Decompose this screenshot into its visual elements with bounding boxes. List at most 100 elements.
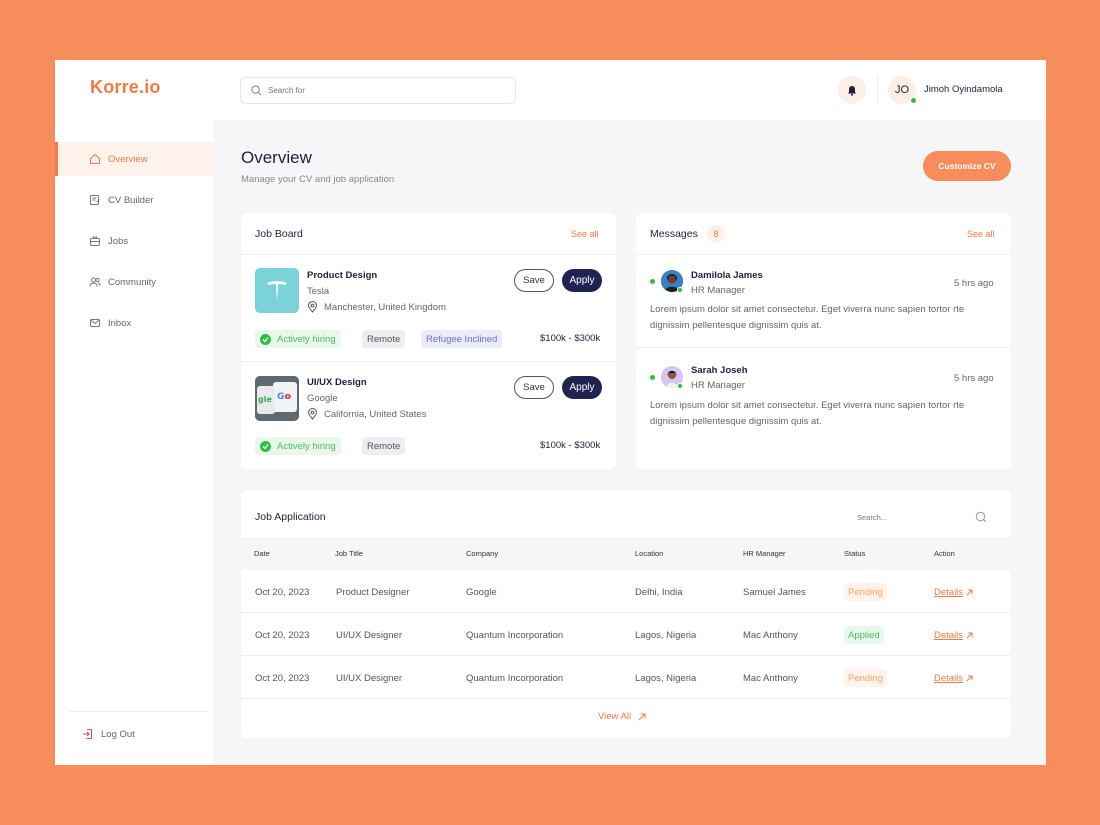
status-badge: Pending: [844, 669, 887, 687]
cell-job-title: UI/UX Designer: [336, 630, 402, 641]
column-header: HR Manager: [743, 549, 786, 558]
customize-cv-button[interactable]: Customize CV: [923, 151, 1011, 181]
refugee-inclined-tag: Refugee Inclined: [421, 330, 503, 348]
location-pin-icon: [307, 301, 318, 313]
message-preview[interactable]: Lorem ipsum dolor sit amet consectetur. …: [650, 302, 995, 334]
search-box[interactable]: [240, 77, 516, 104]
arrow-up-right-icon: [966, 589, 973, 596]
app-logo[interactable]: Korre.io: [90, 77, 161, 98]
app-window: Korre.io JO Jimoh Oyindamola Overview CV…: [55, 60, 1046, 765]
sidebar-item-label: Jobs: [108, 235, 129, 247]
logout-icon: [83, 729, 92, 739]
cell-hr-manager: Mac Anthony: [743, 630, 798, 641]
details-label: Details: [934, 630, 964, 641]
cell-date: Oct 20, 2023: [255, 673, 310, 684]
svg-text:o: o: [285, 392, 291, 402]
search-input[interactable]: [268, 86, 488, 95]
messages-card: Messages 8 See all Damilola James HR Man…: [636, 213, 1011, 469]
sidebar-item-jobs[interactable]: Jobs: [55, 224, 213, 258]
salary-range: $100k - $300k: [540, 333, 601, 344]
view-all-link[interactable]: View All: [598, 711, 647, 722]
arrow-up-right-icon: [966, 632, 973, 639]
page-title: Overview: [241, 148, 312, 167]
table-row: Oct 20, 2023 UI/UX Designer Quantum Inco…: [241, 657, 1011, 699]
apply-job-button[interactable]: Apply: [562, 269, 602, 292]
cell-date: Oct 20, 2023: [255, 630, 310, 641]
job-location-text: California, United States: [324, 408, 427, 420]
column-header: Location: [635, 549, 664, 558]
job-board-title: Job Board: [255, 228, 303, 240]
table-row: Oct 20, 2023 Product Designer Google Del…: [241, 571, 1011, 613]
page-subtitle: Manage your CV and job application: [241, 174, 395, 185]
user-name[interactable]: Jimoh Oyindamola: [924, 84, 1003, 95]
cell-company: Quantum Incorporation: [466, 673, 564, 684]
sender-role: HR Manager: [691, 380, 745, 391]
job-company: Google: [307, 393, 338, 404]
details-label: Details: [934, 673, 964, 684]
job-location: Manchester, United Kingdom: [307, 301, 446, 313]
job-application-card: Job Application Date Job Title Company L…: [241, 490, 1011, 738]
column-header: Job Title: [335, 549, 363, 558]
job-board-card: Job Board See all Product Design Tesla M…: [241, 213, 616, 469]
check-icon: [260, 333, 271, 345]
cell-hr-manager: Mac Anthony: [743, 673, 798, 684]
notification-button[interactable]: [838, 76, 866, 104]
mail-icon: [90, 319, 100, 327]
sidebar: Overview CV Builder Jobs Community Inbox…: [55, 120, 213, 765]
online-indicator: [910, 97, 917, 104]
column-header: Action: [934, 549, 955, 558]
user-avatar[interactable]: JO: [888, 76, 917, 104]
arrow-up-right-icon: [966, 675, 973, 682]
table-search-input[interactable]: [857, 512, 967, 522]
unread-indicator: [650, 375, 655, 380]
job-title[interactable]: Product Design: [307, 270, 377, 281]
sidebar-divider: [69, 711, 209, 712]
divider: [241, 361, 616, 362]
details-link[interactable]: Details: [934, 630, 974, 641]
details-link[interactable]: Details: [934, 587, 974, 598]
tag-label: Actively hiring: [277, 440, 336, 452]
status-badge: Pending: [844, 583, 887, 601]
users-icon: [89, 277, 101, 287]
arrow-up-right-icon: [638, 713, 646, 720]
tesla-logo: [255, 268, 299, 313]
column-header: Company: [466, 549, 499, 558]
top-bar: Korre.io JO Jimoh Oyindamola: [55, 60, 1046, 120]
apply-job-button[interactable]: Apply: [562, 376, 602, 399]
sidebar-item-community[interactable]: Community: [55, 265, 213, 299]
job-company: Tesla: [307, 286, 330, 297]
cell-company: Quantum Incorporation: [466, 630, 564, 641]
message-preview[interactable]: Lorem ipsum dolor sit amet consectetur. …: [650, 398, 995, 430]
details-link[interactable]: Details: [934, 673, 974, 684]
sender-name[interactable]: Sarah Joseh: [691, 365, 748, 376]
divider: [241, 254, 616, 255]
location-pin-icon: [307, 408, 318, 420]
messages-see-all-link[interactable]: See all: [967, 229, 995, 239]
sidebar-item-overview[interactable]: Overview: [55, 142, 213, 176]
status-badge: Applied: [844, 626, 884, 644]
message-time: 5 hrs ago: [954, 373, 994, 384]
logout-button[interactable]: Log Out: [82, 728, 135, 740]
bell-icon: [848, 85, 856, 96]
sidebar-item-inbox[interactable]: Inbox: [55, 306, 213, 340]
messages-title: Messages: [650, 228, 698, 240]
document-edit-icon: [90, 195, 100, 205]
table-search-box[interactable]: [843, 503, 997, 531]
actively-hiring-tag: Actively hiring: [255, 330, 341, 348]
save-job-button[interactable]: Save: [514, 376, 554, 399]
sidebar-item-cv-builder[interactable]: CV Builder: [55, 183, 213, 217]
message-count-badge: 8: [707, 225, 725, 243]
job-board-see-all-link[interactable]: See all: [571, 229, 599, 239]
sender-name[interactable]: Damilola James: [691, 270, 763, 281]
logout-label: Log Out: [101, 728, 135, 740]
sidebar-item-label: Community: [108, 276, 157, 288]
cell-location: Lagos, Nigeria: [635, 673, 697, 684]
sender-role: HR Manager: [691, 285, 745, 296]
sidebar-item-label: Overview: [108, 153, 148, 165]
save-job-button[interactable]: Save: [514, 269, 554, 292]
job-title[interactable]: UI/UX Design: [307, 377, 367, 388]
sidebar-item-label: CV Builder: [108, 194, 154, 206]
column-header: Status: [844, 549, 866, 558]
cell-location: Lagos, Nigeria: [635, 630, 697, 641]
actively-hiring-tag: Actively hiring: [255, 437, 341, 455]
